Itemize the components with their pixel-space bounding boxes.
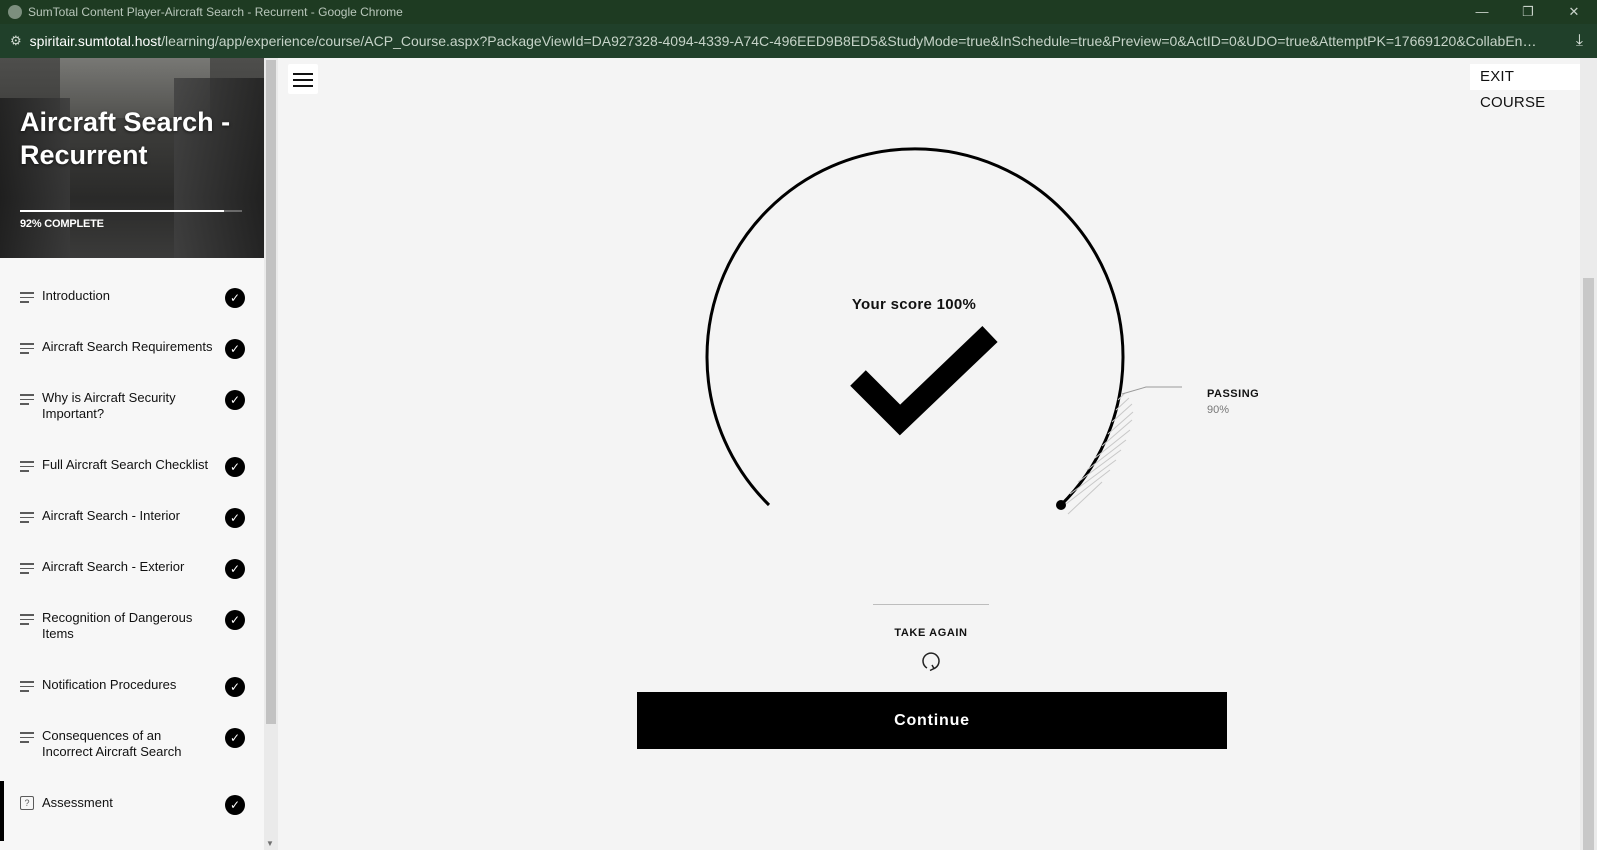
- lesson-label: Consequences of an Incorrect Aircraft Se…: [42, 728, 182, 759]
- url-text[interactable]: spiritair.sumtotal.host/learning/app/exp…: [30, 33, 1540, 49]
- course-progress-label: 92% COMPLETE: [20, 218, 104, 230]
- lesson-text-icon: [20, 732, 34, 746]
- lesson-item[interactable]: Consequences of an Incorrect Aircraft Se…: [0, 728, 264, 760]
- course-sidebar: Aircraft Search - Recurrent 92% COMPLETE…: [0, 58, 264, 850]
- lesson-label: Recognition of Dangerous Items: [42, 610, 193, 641]
- lesson-label: Why is Aircraft Security Important?: [42, 390, 176, 421]
- lesson-label: Aircraft Search - Interior: [42, 508, 180, 523]
- lesson-text-icon: [20, 512, 34, 526]
- minimize-button[interactable]: —: [1459, 0, 1505, 24]
- score-arc: [705, 147, 1125, 507]
- chrome-app-icon: [8, 5, 22, 19]
- scroll-down-arrow-icon[interactable]: ▼: [266, 839, 274, 848]
- divider: [873, 604, 989, 605]
- completed-check-icon: ✓: [225, 508, 245, 528]
- main-content: EXIT COURSE Your score 100% PASSING 90% …: [280, 58, 1580, 850]
- lesson-text-icon: [20, 614, 34, 628]
- retry-icon[interactable]: [920, 650, 942, 672]
- url-path: /learning/app/experience/course/ACP_Cour…: [161, 33, 1540, 49]
- lesson-label: Assessment: [42, 795, 113, 810]
- completed-check-icon: ✓: [225, 288, 245, 308]
- lesson-item[interactable]: Why is Aircraft Security Important? ✓: [0, 390, 264, 422]
- lesson-item[interactable]: ? Assessment ✓: [0, 781, 264, 841]
- window-title: SumTotal Content Player-Aircraft Search …: [28, 5, 403, 19]
- course-progress-bar: [20, 210, 242, 212]
- address-bar[interactable]: ⚙ spiritair.sumtotal.host/learning/app/e…: [0, 24, 1597, 58]
- completed-check-icon: ✓: [225, 610, 245, 630]
- lesson-text-icon: [20, 461, 34, 475]
- completed-check-icon: ✓: [225, 728, 245, 748]
- site-info-icon[interactable]: ⚙: [10, 33, 22, 49]
- passing-label: PASSING: [1207, 388, 1260, 400]
- download-icon[interactable]: ⤓: [1576, 32, 1583, 50]
- course-progress-fill: [20, 210, 225, 212]
- lesson-text-icon: [20, 681, 34, 695]
- completed-check-icon: ✓: [225, 339, 245, 359]
- lesson-text-icon: [20, 292, 34, 306]
- checkmark-icon: [850, 326, 998, 436]
- completed-check-icon: ✓: [225, 390, 245, 410]
- completed-check-icon: ✓: [225, 795, 245, 815]
- lesson-label: Aircraft Search Requirements: [42, 339, 213, 354]
- passing-value: 90%: [1207, 404, 1230, 416]
- sidebar-scrollbar[interactable]: ▼: [264, 58, 278, 850]
- close-window-button[interactable]: ✕: [1551, 0, 1597, 24]
- restore-button[interactable]: ❐: [1505, 0, 1551, 24]
- score-arc-end-dot: [1056, 500, 1066, 510]
- main-scroll-thumb[interactable]: [1583, 278, 1594, 850]
- take-again-button[interactable]: TAKE AGAIN: [864, 627, 998, 639]
- lesson-label: Notification Procedures: [42, 677, 177, 692]
- lesson-label: Aircraft Search - Exterior: [42, 559, 185, 574]
- lesson-item[interactable]: Introduction ✓: [0, 288, 264, 308]
- lesson-item[interactable]: Recognition of Dangerous Items ✓: [0, 610, 264, 642]
- lesson-text-icon: [20, 394, 34, 408]
- course-title: Aircraft Search - Recurrent: [20, 107, 231, 170]
- lesson-label: Introduction: [42, 288, 110, 303]
- score-text: Your score 100%: [851, 296, 977, 313]
- lesson-item[interactable]: Aircraft Search - Exterior ✓: [0, 559, 264, 579]
- window-titlebar: SumTotal Content Player-Aircraft Search …: [0, 0, 1597, 24]
- lesson-item[interactable]: Full Aircraft Search Checklist ✓: [0, 457, 264, 477]
- sidebar-scroll-thumb[interactable]: [266, 60, 276, 724]
- main-scrollbar[interactable]: [1580, 58, 1597, 850]
- url-host: spiritair.sumtotal.host: [29, 33, 162, 49]
- lesson-item[interactable]: Aircraft Search - Interior ✓: [0, 508, 264, 528]
- course-hero: Aircraft Search - Recurrent 92% COMPLETE: [0, 58, 264, 258]
- quiz-icon: ?: [20, 796, 34, 810]
- passing-leader-line: [1121, 386, 1182, 395]
- completed-check-icon: ✓: [225, 559, 245, 579]
- completed-check-icon: ✓: [225, 677, 245, 697]
- lesson-text-icon: [20, 563, 34, 577]
- lesson-text-icon: [20, 343, 34, 357]
- lesson-item[interactable]: Notification Procedures ✓: [0, 677, 264, 697]
- lesson-item[interactable]: Aircraft Search Requirements ✓: [0, 339, 264, 359]
- lesson-label: Full Aircraft Search Checklist: [42, 457, 209, 472]
- completed-check-icon: ✓: [225, 457, 245, 477]
- continue-button[interactable]: Continue: [637, 692, 1227, 749]
